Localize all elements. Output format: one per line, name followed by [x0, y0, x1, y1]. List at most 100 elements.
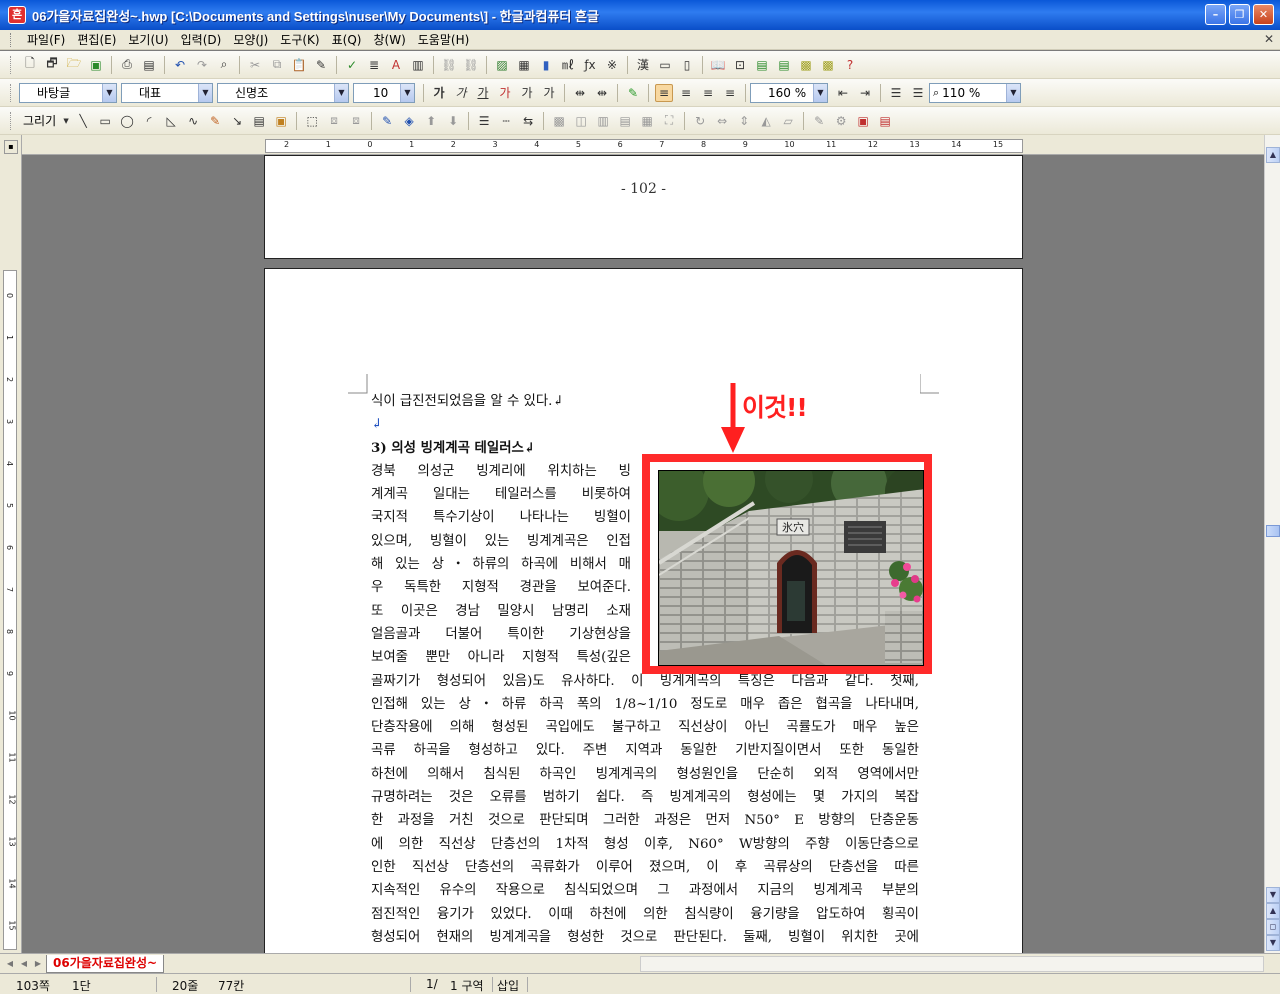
undo-icon[interactable]: ↶ — [171, 56, 189, 74]
indent-decrease-icon[interactable]: ⇤ — [834, 84, 852, 102]
line-spacing-select[interactable]: 160 % ▼ — [750, 82, 828, 103]
distribute-icon[interactable]: ▤ — [616, 112, 634, 130]
minimize-button[interactable]: – — [1205, 4, 1226, 25]
flip-horizontal-icon[interactable]: ⇔ — [713, 112, 731, 130]
skew-icon[interactable]: ▱ — [779, 112, 797, 130]
scroll-down-icon[interactable]: ▼ — [1266, 887, 1280, 903]
tab-prev-icon[interactable]: ◀ — [18, 957, 30, 971]
style-select[interactable]: 바탕글 ▼ — [19, 82, 117, 103]
hanja-icon[interactable]: 漢 — [634, 56, 652, 74]
vertical-scrollbar[interactable]: ▲ ▼ ▲ ◻ ▼ — [1264, 135, 1280, 953]
status-insert-mode[interactable]: 삽입 — [497, 977, 519, 994]
help-icon[interactable]: ? — [841, 56, 859, 74]
highlight-icon[interactable]: ✎ — [624, 84, 642, 102]
tab-next-icon[interactable]: ▶ — [32, 957, 44, 971]
outline-icon[interactable]: 가 — [540, 84, 558, 102]
indent-increase-icon[interactable]: ⇥ — [856, 84, 874, 102]
columns-icon[interactable]: ▥ — [409, 56, 427, 74]
maximize-button[interactable]: ❐ — [1229, 4, 1250, 25]
object-properties-icon[interactable]: ⚙ — [832, 112, 850, 130]
prev-page-icon[interactable]: ▲ — [1266, 903, 1280, 919]
bring-forward-icon[interactable]: ⬆ — [422, 112, 440, 130]
object-style-icon[interactable]: ▣ — [854, 112, 872, 130]
table-icon[interactable]: ▦ — [515, 56, 533, 74]
new-window-icon[interactable]: 🗗 — [43, 56, 61, 74]
scroll-up-icon[interactable]: ▲ — [1266, 147, 1280, 163]
pencil-tool-icon[interactable]: ✎ — [206, 112, 224, 130]
menu-window[interactable]: 창(W) — [367, 31, 411, 48]
image-2-icon[interactable]: ▩ — [819, 56, 837, 74]
ruler-toggle-icon[interactable]: ▪ — [4, 140, 18, 154]
language-select[interactable]: 대표 ▼ — [121, 82, 213, 103]
new-document-icon[interactable]: 🗋 — [21, 56, 39, 74]
link-icon[interactable]: ⛓ — [440, 56, 458, 74]
align-right-icon[interactable]: ≡ — [721, 84, 739, 102]
horizontal-scrollbar[interactable] — [640, 956, 1264, 972]
underline-button[interactable]: 가 — [474, 84, 492, 102]
formula-icon[interactable]: ƒx — [581, 56, 599, 74]
crop-icon[interactable]: ⛶ — [660, 112, 678, 130]
insert-picture-icon[interactable]: ▨ — [493, 56, 511, 74]
fill-color-icon[interactable]: ◈ — [400, 112, 418, 130]
redo-icon[interactable]: ↷ — [193, 56, 211, 74]
mirror-icon[interactable]: ◭ — [757, 112, 775, 130]
document-close-icon[interactable]: ✕ — [1264, 32, 1274, 46]
edit-icon[interactable]: ✎ — [312, 56, 330, 74]
connector-tool-icon[interactable]: ↘ — [228, 112, 246, 130]
menu-insert[interactable]: 입력(D) — [175, 31, 228, 48]
spellcheck-icon[interactable]: ✓ — [343, 56, 361, 74]
tab-active-document[interactable]: 06가을자료집완성~ — [46, 955, 165, 973]
chevron-down-icon[interactable]: ▼ — [198, 83, 212, 102]
italic-button[interactable]: 가 — [452, 84, 470, 102]
chevron-down-icon[interactable]: ▼ — [1006, 83, 1020, 102]
curve-tool-icon[interactable]: ∿ — [184, 112, 202, 130]
page-view-icon[interactable]: ◻ — [1266, 919, 1280, 935]
menu-view[interactable]: 보기(U) — [122, 31, 174, 48]
line-style-icon[interactable]: ☰ — [475, 112, 493, 130]
char-spacing-icon[interactable]: ⇹ — [571, 84, 589, 102]
font-size-select[interactable]: 10 ▼ — [353, 82, 415, 103]
horizontal-ruler[interactable]: 2 1 0 1 2 3 4 5 6 7 8 9 10 11 12 13 14 15 — [265, 139, 1023, 153]
flip-vertical-icon[interactable]: ⇕ — [735, 112, 753, 130]
wrap-icon[interactable]: ▦ — [638, 112, 656, 130]
chevron-down-icon[interactable]: ▼ — [813, 83, 827, 102]
image-icon[interactable]: ▩ — [797, 56, 815, 74]
polygon-tool-icon[interactable]: ◺ — [162, 112, 180, 130]
font-select[interactable]: 신명조 ▼ — [217, 82, 349, 103]
copy-icon[interactable]: ⧉ — [268, 56, 286, 74]
memo-icon[interactable]: ▭ — [656, 56, 674, 74]
bold-button[interactable]: 가 — [430, 84, 448, 102]
menu-edit[interactable]: 편집(E) — [71, 31, 122, 48]
menu-table[interactable]: 표(Q) — [326, 31, 368, 48]
paste-icon[interactable]: 📋 — [290, 56, 308, 74]
align-center-icon[interactable]: ≡ — [699, 84, 717, 102]
open-folder-icon[interactable]: 🗁 — [65, 56, 83, 74]
find-icon[interactable]: ⌕ — [215, 56, 233, 74]
select-object-icon[interactable]: ⬚ — [303, 112, 321, 130]
rectangle-tool-icon[interactable]: ▭ — [96, 112, 114, 130]
align-objects-icon[interactable]: ▥ — [594, 112, 612, 130]
unlink-icon[interactable]: ⛓ — [462, 56, 480, 74]
numbered-list-icon[interactable]: ☰ — [887, 84, 905, 102]
arc-tool-icon[interactable]: ◜ — [140, 112, 158, 130]
chart-icon[interactable]: ▮ — [537, 56, 555, 74]
draw-menu-button[interactable]: 그리기 — [19, 112, 60, 129]
send-backward-icon[interactable]: ⬇ — [444, 112, 462, 130]
menu-format[interactable]: 모양(J) — [227, 31, 274, 48]
bullet-list-icon[interactable]: ☰ — [909, 84, 927, 102]
close-button[interactable]: ✕ — [1253, 4, 1274, 25]
symbol-icon[interactable]: ※ — [603, 56, 621, 74]
page-down-icon[interactable]: ▤ — [775, 56, 793, 74]
formula-chart-icon[interactable]: ㎖ — [559, 56, 577, 74]
zoom-select[interactable]: ⌕ 110 % ▼ — [929, 82, 1021, 103]
ungroup-icon[interactable]: ⧈ — [347, 112, 365, 130]
scrollbar-thumb[interactable] — [1266, 525, 1280, 537]
line-tool-icon[interactable]: ╲ — [74, 112, 92, 130]
3d-icon[interactable]: ◫ — [572, 112, 590, 130]
print-preview-icon[interactable]: ▤ — [140, 56, 158, 74]
dictionary-icon[interactable]: 📖 — [709, 56, 727, 74]
toolbar-grip[interactable] — [10, 111, 13, 130]
toolbar-grip[interactable] — [10, 83, 13, 102]
style-icon[interactable]: A — [387, 56, 405, 74]
dash-style-icon[interactable]: ┄ — [497, 112, 515, 130]
